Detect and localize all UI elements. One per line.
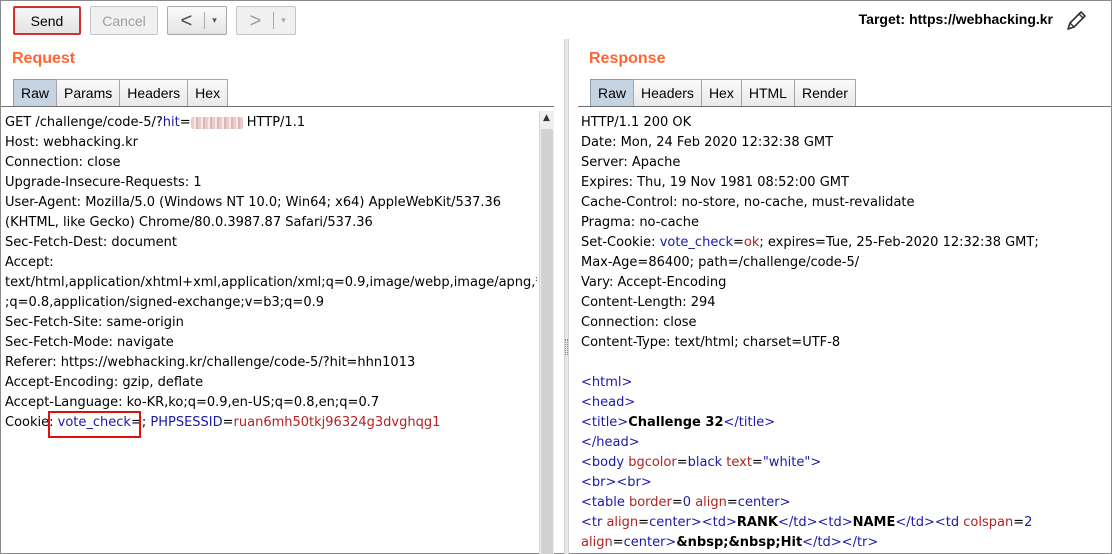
dropdown-arrow-icon[interactable]: ▾ (278, 15, 290, 26)
request-line: Sec-Fetch-Mode: navigate (5, 335, 174, 350)
tab-headers[interactable]: Headers (633, 79, 702, 106)
highlight-box (48, 411, 141, 438)
request-line: (KHTML, like Gecko) Chrome/80.0.3987.87 … (5, 215, 373, 230)
tab-baseline (578, 106, 1111, 107)
target-display: Target: https://webhacking.kr (859, 11, 1053, 27)
response-line: <html> (581, 375, 633, 390)
tab-baseline (1, 106, 554, 107)
request-line: Sec-Fetch-Site: same-origin (5, 315, 184, 330)
response-line: align=center>&nbsp;&nbsp;Hit</td></tr> (581, 535, 879, 550)
response-line: Set-Cookie: vote_check=ok; expires=Tue, … (581, 235, 1039, 250)
scroll-up-icon[interactable]: ▲ (543, 113, 550, 123)
request-line: Referer: https://webhacking.kr/challenge… (5, 355, 416, 370)
pencil-icon[interactable] (1063, 8, 1089, 34)
chevron-right-icon: > (249, 9, 262, 32)
request-line: Accept-Language: ko-KR,ko;q=0.9,en-US;q=… (5, 395, 380, 410)
response-line: <body bgcolor=black text="white"> (581, 455, 822, 470)
response-line: Content-Type: text/html; charset=UTF-8 (581, 335, 841, 350)
response-line: <title>Challenge 32</title> (581, 415, 776, 430)
response-line: </head> (581, 435, 640, 450)
request-line: Connection: close (5, 155, 121, 170)
tab-render[interactable]: Render (793, 79, 856, 106)
tab-params[interactable]: Params (56, 79, 121, 106)
target-label: Target: (858, 11, 906, 27)
cancel-button[interactable]: Cancel (90, 6, 158, 35)
response-tabs: Raw Headers Hex HTML Render (590, 79, 856, 106)
split-divider[interactable] (564, 39, 569, 554)
tab-raw[interactable]: Raw (590, 79, 635, 106)
request-editor[interactable]: GET /challenge/code-5/?hit= HTTP/1.1 Hos… (5, 113, 537, 554)
tab-html[interactable]: HTML (740, 79, 795, 106)
response-line: HTTP/1.1 200 OK (581, 115, 692, 130)
request-line: User-Agent: Mozilla/5.0 (Windows NT 10.0… (5, 195, 502, 210)
request-line: text/html,application/xhtml+xml,applicat… (5, 275, 537, 290)
request-scrollbar[interactable]: ▲ (539, 111, 554, 554)
request-line: Accept: (5, 255, 54, 270)
response-line: Pragma: no-cache (581, 215, 699, 230)
request-line: Upgrade-Insecure-Requests: 1 (5, 175, 202, 190)
response-line: <br><br> (581, 475, 652, 490)
response-line: <tr align=center><td>RANK</td><td>NAME</… (581, 515, 1033, 530)
response-line: Content-Length: 294 (581, 295, 716, 310)
response-line: Expires: Thu, 19 Nov 1981 08:52:00 GMT (581, 175, 849, 190)
forward-button[interactable]: > ▾ (236, 6, 296, 35)
tab-headers[interactable]: Headers (119, 79, 189, 106)
request-line: Host: webhacking.kr (5, 135, 138, 150)
request-line: Sec-Fetch-Dest: document (5, 235, 178, 250)
back-button[interactable]: < ▾ (167, 6, 227, 35)
target-url: https://webhacking.kr (909, 11, 1053, 27)
response-title: Response (589, 50, 666, 67)
divider (272, 12, 274, 29)
request-line: ;q=0.8,application/signed-exchange;v=b3;… (5, 295, 325, 310)
tab-hex[interactable]: Hex (700, 79, 742, 106)
request-tabs: Raw Params Headers Hex (13, 79, 229, 106)
dropdown-arrow-icon[interactable]: ▾ (209, 15, 221, 26)
scroll-thumb[interactable] (541, 129, 553, 554)
grip-icon (565, 339, 568, 355)
redacted-value (190, 116, 243, 129)
response-line: Date: Mon, 24 Feb 2020 12:32:38 GMT (581, 135, 834, 150)
request-title: Request (12, 50, 76, 67)
response-line: Vary: Accept-Encoding (581, 275, 727, 290)
request-line: Accept-Encoding: gzip, deflate (5, 375, 204, 390)
tab-hex[interactable]: Hex (187, 79, 229, 106)
send-button[interactable]: Send (13, 6, 81, 35)
toolbar: Send Cancel < ▾ > ▾ Target: https://webha… (1, 1, 1111, 39)
response-line: <table border=0 align=center> (581, 495, 791, 510)
response-line: <head> (581, 395, 636, 410)
response-editor[interactable]: HTTP/1.1 200 OK Date: Mon, 24 Feb 2020 1… (581, 113, 1109, 554)
response-line: Max-Age=86400; path=/challenge/code-5/ (581, 255, 860, 270)
response-line: Server: Apache (581, 155, 681, 170)
response-line: Connection: close (581, 315, 697, 330)
tab-raw[interactable]: Raw (13, 79, 58, 106)
divider (203, 12, 205, 29)
response-line: Cache-Control: no-store, no-cache, must-… (581, 195, 915, 210)
chevron-left-icon: < (180, 9, 193, 32)
request-line: GET /challenge/code-5/?hit= HTTP/1.1 (5, 115, 306, 130)
